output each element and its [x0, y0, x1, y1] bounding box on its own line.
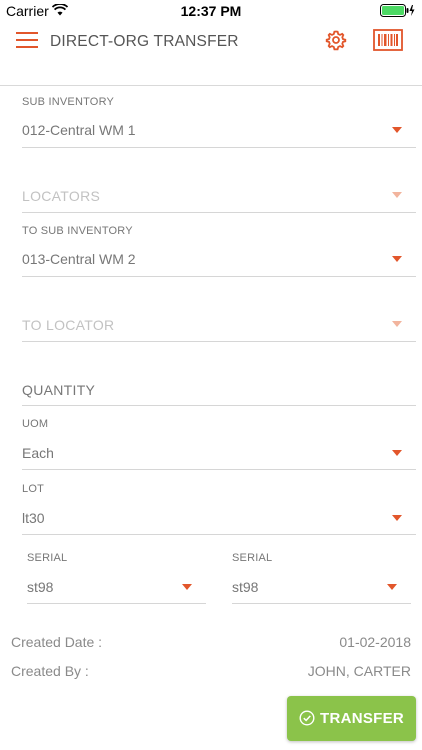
barcode-icon[interactable]	[373, 29, 403, 51]
to-sub-inventory-select[interactable]: TO SUB INVENTORY 013-Central WM 2	[22, 221, 416, 277]
lot-value: lt30	[22, 510, 45, 526]
sub-inventory-label: SUB INVENTORY	[22, 96, 115, 108]
to-locator-placeholder: TO LOCATOR	[22, 317, 115, 333]
app-header: DIRECT-ORG TRANSFER	[0, 22, 422, 86]
chevron-down-icon	[392, 450, 402, 456]
page-title: DIRECT-ORG TRANSFER	[50, 33, 239, 50]
transfer-button[interactable]: TRANSFER	[287, 696, 416, 741]
serial-to-value: st98	[232, 579, 259, 595]
chevron-down-icon	[392, 515, 402, 521]
check-circle-icon	[299, 710, 315, 726]
battery-icon	[380, 4, 416, 20]
locators-placeholder: LOCATORS	[22, 188, 101, 204]
serial-to-label: SERIAL	[232, 552, 273, 564]
locators-select[interactable]: LOCATORS	[22, 168, 416, 213]
chevron-down-icon	[387, 584, 397, 590]
transfer-button-label: TRANSFER	[320, 710, 405, 727]
uom-value: Each	[22, 445, 54, 461]
to-locator-select[interactable]: TO LOCATOR	[22, 297, 416, 342]
lot-select[interactable]: LOT lt30	[22, 479, 416, 535]
created-date-label: Created Date :	[11, 634, 103, 650]
quantity-placeholder: QUANTITY	[22, 382, 96, 398]
serial-from-label: SERIAL	[27, 552, 68, 564]
uom-select[interactable]: UOM Each	[22, 414, 416, 470]
chevron-down-icon	[392, 127, 402, 133]
hamburger-menu-icon[interactable]	[16, 31, 38, 49]
sub-inventory-select[interactable]: SUB INVENTORY 012-Central WM 1	[22, 92, 416, 148]
clock-time: 12:37 PM	[180, 3, 242, 19]
created-by-value: JOHN, CARTER	[307, 663, 411, 679]
created-by-label: Created By :	[11, 663, 89, 679]
serial-from-select[interactable]: SERIAL st98	[27, 548, 206, 604]
chevron-down-icon	[392, 321, 402, 327]
chevron-down-icon	[182, 584, 192, 590]
created-date-value: 01-02-2018	[339, 634, 411, 650]
sub-inventory-value: 012-Central WM 1	[22, 122, 136, 138]
serial-to-select[interactable]: SERIAL st98	[232, 548, 411, 604]
uom-label: UOM	[22, 418, 49, 430]
chevron-down-icon	[392, 192, 402, 198]
status-bar: Carrier 12:37 PM	[0, 0, 422, 22]
to-sub-inventory-value: 013-Central WM 2	[22, 251, 136, 267]
gear-icon[interactable]	[325, 29, 347, 51]
quantity-input[interactable]: QUANTITY	[22, 362, 416, 406]
chevron-down-icon	[392, 256, 402, 262]
to-sub-inventory-label: TO SUB INVENTORY	[22, 225, 133, 237]
lot-label: LOT	[22, 483, 44, 495]
serial-from-value: st98	[27, 579, 54, 595]
